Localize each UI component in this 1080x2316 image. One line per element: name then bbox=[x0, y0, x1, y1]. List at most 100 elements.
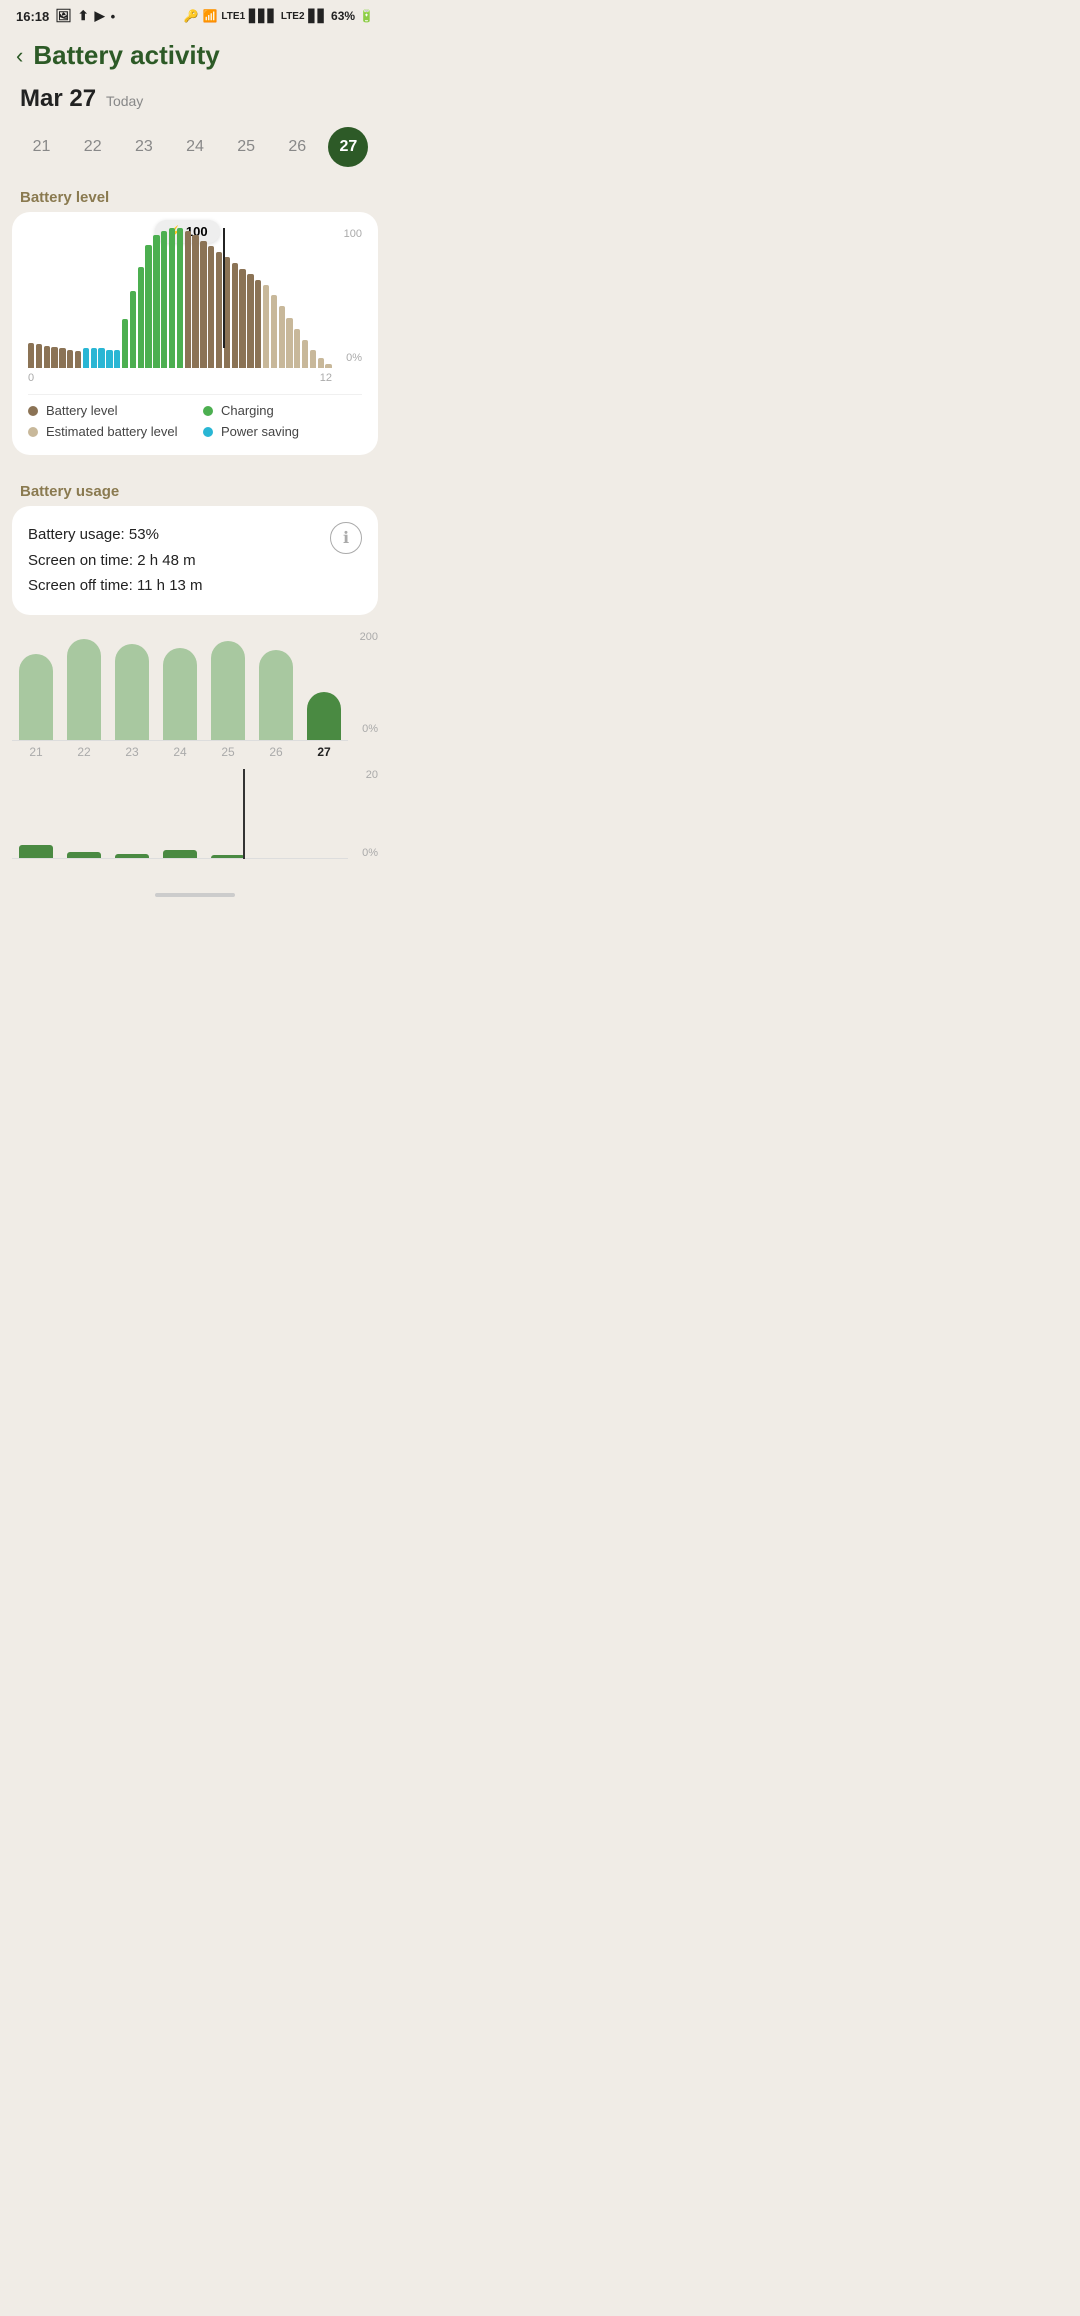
status-bar: 16:18 🖼 ⬆ ▶ • 🔑 📶 LTE1 ▋▋▋ LTE2 ▋▋ 63% 🔋 bbox=[0, 0, 390, 28]
day-24[interactable]: 24 bbox=[175, 127, 215, 167]
battery-level-label: Battery level bbox=[0, 177, 390, 212]
usage-percent: Battery usage: 53% bbox=[28, 522, 203, 548]
back-button[interactable]: ‹ bbox=[16, 43, 23, 69]
date-section: Mar 27 Today bbox=[0, 77, 390, 117]
bar-23 bbox=[200, 241, 206, 368]
date-main: Mar 27 bbox=[20, 85, 96, 112]
lte2-icon: LTE2 bbox=[281, 11, 305, 22]
usage-header: Battery usage: 53% Screen on time: 2 h 4… bbox=[28, 522, 362, 599]
battery-level-card: 100 0% ⚡ 100 bbox=[12, 212, 378, 455]
status-left: 16:18 🖼 ⬆ ▶ • bbox=[16, 8, 115, 24]
signal1-icon: ▋▋▋ bbox=[249, 9, 277, 23]
usage-x-labels-1: 21 22 23 24 25 26 27 bbox=[12, 741, 348, 759]
battery-chart-bars bbox=[28, 228, 332, 368]
signal2-icon: ▋▋ bbox=[309, 9, 327, 23]
date-sub: Today bbox=[106, 93, 143, 109]
bar-24 bbox=[208, 246, 214, 368]
bar-31 bbox=[263, 285, 269, 368]
bar-2 bbox=[36, 344, 42, 368]
wifi-icon: 📶 bbox=[202, 9, 217, 23]
legend-dot-power-saving bbox=[203, 427, 213, 437]
day-25[interactable]: 25 bbox=[226, 127, 266, 167]
usage-y-top: 200 bbox=[360, 631, 378, 643]
photo-icon: 🖼 bbox=[55, 8, 72, 24]
status-right: 🔑 📶 LTE1 ▋▋▋ LTE2 ▋▋ 63% 🔋 bbox=[184, 9, 374, 23]
usage-bar-22 bbox=[67, 639, 101, 739]
bar-13 bbox=[122, 319, 128, 368]
usage-stats: Battery usage: 53% Screen on time: 2 h 4… bbox=[28, 522, 203, 599]
bar-6 bbox=[67, 350, 73, 368]
chart-x-labels: 0 12 bbox=[28, 368, 332, 384]
battery-percent: 63% bbox=[331, 9, 355, 23]
bar-26 bbox=[224, 257, 230, 368]
day-27[interactable]: 27 bbox=[328, 127, 368, 167]
bar-5 bbox=[59, 348, 65, 368]
bar-39 bbox=[325, 364, 331, 368]
bar-9 bbox=[91, 348, 97, 368]
day-21[interactable]: 21 bbox=[22, 127, 62, 167]
bar-20 bbox=[177, 228, 183, 368]
legend-label-estimated: Estimated battery level bbox=[46, 424, 178, 439]
usage-bar2-21 bbox=[19, 845, 53, 857]
legend-power-saving: Power saving bbox=[203, 424, 362, 439]
day-26[interactable]: 26 bbox=[277, 127, 317, 167]
usage-chart-2 bbox=[12, 769, 348, 859]
bar-15 bbox=[138, 267, 144, 368]
legend-charging: Charging bbox=[203, 403, 362, 418]
legend-dot-battery bbox=[28, 406, 38, 416]
legend-label-power-saving: Power saving bbox=[221, 424, 299, 439]
screen-off: Screen off time: 11 h 13 m bbox=[28, 573, 203, 599]
legend-label-charging: Charging bbox=[221, 403, 274, 418]
legend-estimated: Estimated battery level bbox=[28, 424, 187, 439]
usage-bar2-22 bbox=[67, 852, 101, 857]
x-label-0: 0 bbox=[28, 372, 34, 384]
usage-label-22: 22 bbox=[77, 745, 90, 759]
day-selector: 21 22 23 24 25 26 27 bbox=[0, 117, 390, 177]
usage-bar-27 bbox=[307, 692, 341, 740]
x-label-12: 12 bbox=[320, 372, 332, 384]
bar-17 bbox=[153, 235, 159, 368]
bar-36 bbox=[302, 340, 308, 368]
bar-19 bbox=[169, 228, 175, 368]
screen-on: Screen on time: 2 h 48 m bbox=[28, 548, 203, 574]
usage-bar-21 bbox=[19, 654, 53, 739]
bar-35 bbox=[294, 329, 300, 368]
bar-29 bbox=[247, 274, 253, 368]
usage-bar-24 bbox=[163, 648, 197, 740]
scroll-indicator bbox=[0, 883, 390, 903]
legend-dot-estimated bbox=[28, 427, 38, 437]
usage2-y-top: 20 bbox=[366, 769, 378, 781]
bar-3 bbox=[44, 346, 50, 368]
usage-label-24: 24 bbox=[173, 745, 186, 759]
usage-chart-1 bbox=[12, 631, 348, 741]
usage-label-21: 21 bbox=[29, 745, 42, 759]
y-label-bottom: 0% bbox=[346, 352, 362, 364]
lte1-icon: LTE1 bbox=[221, 11, 245, 22]
header: ‹ Battery activity bbox=[0, 28, 390, 77]
usage-label-27: 27 bbox=[317, 745, 330, 759]
chart2-time-line bbox=[243, 769, 245, 859]
chart-legend: Battery level Charging Estimated battery… bbox=[28, 394, 362, 439]
time: 16:18 bbox=[16, 9, 49, 24]
bar-32 bbox=[271, 295, 277, 368]
usage-bar-26 bbox=[259, 650, 293, 739]
bar-38 bbox=[318, 358, 324, 368]
key-icon: 🔑 bbox=[184, 9, 199, 23]
bar-10 bbox=[98, 348, 104, 368]
usage2-y-bottom: 0% bbox=[362, 847, 378, 859]
bar-34 bbox=[286, 318, 292, 368]
day-23[interactable]: 23 bbox=[124, 127, 164, 167]
bar-33 bbox=[279, 306, 285, 368]
nav-icon: ▶ bbox=[95, 8, 105, 24]
bar-30 bbox=[255, 280, 261, 368]
bar-21 bbox=[185, 231, 191, 368]
scroll-bar bbox=[155, 893, 235, 897]
battery-usage-label: Battery usage bbox=[0, 471, 390, 506]
y-label-top: 100 bbox=[344, 228, 362, 240]
usage-bar-25 bbox=[211, 641, 245, 739]
day-22[interactable]: 22 bbox=[73, 127, 113, 167]
dot-icon: • bbox=[111, 9, 116, 24]
bar-14 bbox=[130, 291, 136, 368]
battery-usage-card: Battery usage: 53% Screen on time: 2 h 4… bbox=[12, 506, 378, 615]
info-button[interactable]: ℹ bbox=[330, 522, 362, 554]
